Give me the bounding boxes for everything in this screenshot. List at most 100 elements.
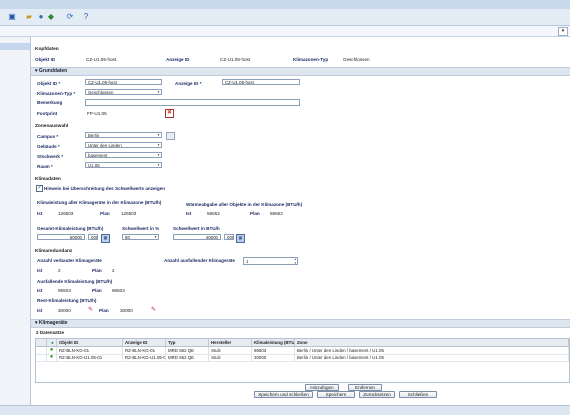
gebaeude-label: Gebäude * [37,144,60,149]
column-header-status-icon[interactable]: ● [47,339,57,347]
cell-anzeige-id: RZ-BLN-KG-01 [123,347,166,354]
column-header-objekt-id[interactable]: Objekt ID [57,339,123,347]
cell-hersteller: Stulz [209,354,252,361]
chevron-down-icon: ▾ [157,90,160,94]
grunddaten-title: Grunddaten [38,68,68,74]
save-and-close-button[interactable]: Speichern und schließen [254,391,313,398]
verbaut-plan-value: 2 [112,268,115,273]
spinner-arrows-icon[interactable]: ▴ ▾ [294,258,296,264]
klimaleistung-plan-label: Plan [100,211,110,216]
pencil-icon[interactable]: ✎ [151,306,156,313]
tree-icon[interactable]: ◆ [46,12,56,22]
home-icon[interactable]: ▣ [7,12,17,22]
schwellwert-prozent-select[interactable]: 80 ▾ [122,234,159,240]
verbaut-title: Anzahl verbauter Klimageräte [37,258,102,263]
waerme-ist-value: 58652 [207,211,220,216]
cell-klimaleistung: 96503 [252,347,295,354]
rest-ist-value: 30000 [58,308,71,313]
folder-open-icon[interactable]: ▰ [24,12,34,22]
ausfall-plan-label: Plan [92,288,102,293]
klimazonen-typ-select[interactable]: Geschlossen ▾ [85,89,162,95]
status-ok-icon: ● [47,347,57,354]
column-header-typ[interactable]: Typ [166,339,209,347]
klimageraete-title: Klimageräte [38,320,68,326]
cell-typ: MRD 662 QE [166,347,209,354]
anzeige-id-input[interactable]: CZ-U1.05-host [222,79,300,85]
ausfall-plan-value: 96503 [112,288,125,293]
klimageraete-table: ● Objekt ID Anzeige ID Typ Hersteller Kl… [35,338,570,383]
rest-plan-value: 30000 [120,308,133,313]
hinweis-checkbox[interactable]: ✓ [36,185,43,192]
ausfall-ist-label: Ist [37,288,43,293]
users-icon[interactable]: ● [36,12,46,22]
gebaeude-select[interactable]: Unter den Linden ▾ [85,142,162,148]
ausfallend-anzahl-spinner[interactable]: 1 ▴ ▾ [243,257,298,265]
klimazonen-typ-value: Geschlossen [88,90,114,95]
chevron-down-icon[interactable]: ▾ [558,27,568,36]
grunddaten-header[interactable]: ▾ Grunddaten [31,67,570,76]
row-select-cell[interactable] [36,347,47,354]
column-header-anzeige-id[interactable]: Anzeige ID [123,339,166,347]
column-header-hersteller[interactable]: Hersteller [209,339,252,347]
ausfallende-leistung-title: Ausfallende Klimaleistung (BTU/h) [37,279,113,284]
bemerkung-input[interactable] [85,99,300,106]
column-header-klimaleistung[interactable]: Klimaleistung (BTU [252,339,295,347]
campus-select[interactable]: Berlin ▾ [85,132,162,138]
waerme-plan-value: 58652 [270,211,283,216]
address-bar[interactable]: ▾ [0,26,570,37]
waerme-ist-label: Ist [186,211,192,216]
gesamt-klimaleistung-input[interactable]: 50000 [37,234,85,240]
left-nav-selected-item[interactable] [0,43,30,50]
raum-select[interactable]: U1.05 ▾ [85,162,162,168]
schwellwert-btu-input[interactable]: 40000 [173,234,221,240]
records-count: 2 Datensätze [36,330,65,335]
schwellwert-decimal-input[interactable]: 000 [224,234,234,240]
row-select-cell[interactable] [36,354,47,361]
campus-label: Campus * [37,134,59,139]
stockwerk-label: Stockwerk * [37,154,64,159]
footprint-label: Footprint [37,111,58,116]
rest-leistung-title: Rest-Klimaleistung (BTU/h) [37,298,97,303]
chevron-down-icon: ▾ [157,143,160,147]
waerme-plan-label: Plan [250,211,260,216]
delete-footprint-icon[interactable]: ✕ [165,109,174,118]
column-header-zone[interactable]: Zone [295,339,569,347]
calculator-icon[interactable]: ▦ [101,234,110,243]
left-navigation-pane [0,37,31,405]
cell-zone: Berlin / Unter den Linden / basement / U… [295,354,569,361]
gesamt-decimal-input[interactable]: 000 [88,234,98,240]
klimageraete-header[interactable]: ▾ Klimageräte [31,319,570,328]
gesamt-klimaleistung-title: Gesamt-Klimaleistung (BTU/h) [37,226,104,231]
klimaleistung-ist-label: Ist [37,211,43,216]
rest-plan-label: Plan [99,308,109,313]
kopf-objekt-id-label: Objekt ID [35,57,56,62]
save-button[interactable]: Speichern [317,391,355,398]
klimadaten-title: Klimadaten [35,177,61,182]
chevron-down-icon: ▾ [157,163,160,167]
cell-objekt-id: RZ-BLN-KG-01 [57,347,123,354]
objekt-id-input[interactable]: CZ-U1.05-host [85,79,162,85]
ausfallend-anzahl-value: 1 [246,259,249,264]
stockwerk-select[interactable]: basement ▾ [85,152,162,158]
cell-hersteller: Stulz [209,347,252,354]
kopf-anzeige-id-label: Anzeige ID [166,57,190,62]
kopfdaten-title: Kopfdaten [35,47,59,52]
remove-button[interactable]: Entfernen [348,384,382,391]
column-header-select[interactable] [36,339,47,347]
raum-label: Raum * [37,164,53,169]
help-icon[interactable]: ? [81,12,91,22]
zonenauswahl-title: Zonenauswahl [35,124,69,129]
reset-button[interactable]: Zurücksetzen [359,391,395,398]
chevron-down-icon: ▾ [157,153,160,157]
close-button[interactable]: Schließen [399,391,437,398]
verbaut-ist-label: Ist [37,268,43,273]
pencil-icon[interactable]: ✎ [88,306,93,313]
anzeige-id-label: Anzeige ID * [175,81,202,86]
table-row[interactable]: ● RZ-BLN-KG-U1.05-01 RZ-BLN-KG-U1.05-01 … [36,354,569,362]
calculator-icon[interactable]: ▦ [236,234,245,243]
cell-klimaleistung: 30000 [252,354,295,361]
add-button[interactable]: Hinzufügen [305,384,339,391]
refresh-icon[interactable]: ⟳ [65,12,75,22]
rest-ist-label: Ist [37,308,43,313]
campus-lookup-button[interactable] [166,132,175,140]
